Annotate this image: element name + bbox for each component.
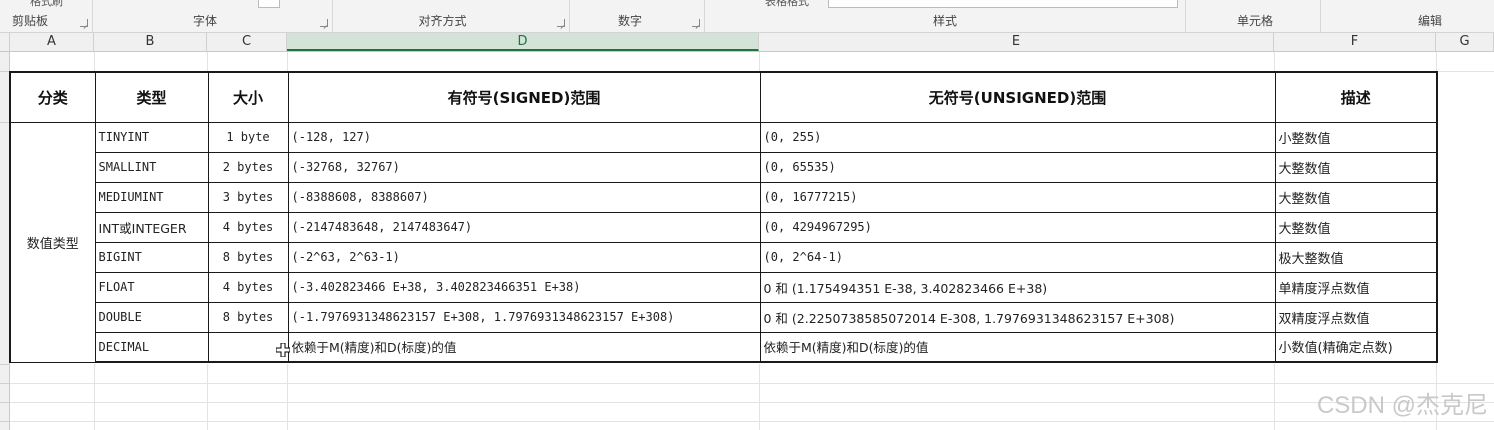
header-type[interactable]: 类型 — [94, 71, 209, 123]
size-cell[interactable]: 4 bytes — [207, 211, 289, 243]
size-cell[interactable]: 2 bytes — [207, 151, 289, 183]
column-header-bar: A B C D E F G — [0, 33, 1494, 52]
table-format-button[interactable]: 表格格式 — [765, 0, 809, 8]
signed-range-cell[interactable]: (-2^63, 2^63-1) — [287, 241, 761, 273]
size-cell[interactable]: 8 bytes — [207, 241, 289, 273]
size-cell[interactable]: 3 bytes — [207, 181, 289, 213]
unsigned-range-cell[interactable]: (0, 255) — [759, 121, 1276, 153]
unsigned-range-cell[interactable]: 0 和 (1.175494351 E-38, 3.402823466 E+38) — [759, 271, 1276, 303]
ribbon: 格式刷 表格格式 剪贴板 字体 对齐方式 数字 样式 单元格 编辑 — [0, 0, 1494, 33]
column-header-a[interactable]: A — [10, 33, 94, 51]
watermark: CSDN @杰克尼 — [1316, 392, 1488, 419]
description-cell[interactable]: 大整数值 — [1274, 181, 1438, 213]
table-row: DECIMAL 依赖于M(精度)和D(标度)的值 依赖于M(精度)和D(标度)的… — [10, 331, 1438, 363]
table-row: BIGINT 8 bytes (-2^63, 2^63-1) (0, 2^64-… — [10, 241, 1438, 273]
table-row: INT或INTEGER 4 bytes (-2147483648, 214748… — [10, 211, 1438, 243]
description-cell[interactable]: 小数值(精确定点数) — [1274, 331, 1438, 363]
size-cell[interactable]: 1 byte — [207, 121, 289, 153]
ribbon-group-editing: 编辑 — [1417, 14, 1442, 28]
table-header-row: 分类 类型 大小 有符号(SIGNED)范围 无符号(UNSIGNED)范围 描… — [9, 71, 1438, 123]
type-cell[interactable]: SMALLINT — [94, 151, 209, 183]
data-type-table: 分类 类型 大小 有符号(SIGNED)范围 无符号(UNSIGNED)范围 描… — [9, 71, 1438, 363]
column-header-g[interactable]: G — [1436, 33, 1494, 51]
alignment-launcher-icon[interactable] — [557, 19, 565, 27]
description-cell[interactable]: 极大整数值 — [1274, 241, 1438, 273]
type-cell[interactable]: INT或INTEGER — [94, 211, 209, 243]
cursor-crosshair-icon — [276, 343, 290, 357]
size-cell[interactable]: 8 bytes — [207, 301, 289, 333]
signed-range-cell[interactable]: (-32768, 32767) — [287, 151, 761, 183]
font-size-combo[interactable] — [258, 0, 280, 8]
header-size[interactable]: 大小 — [207, 71, 289, 123]
signed-range-cell[interactable]: (-8388608, 8388607) — [287, 181, 761, 213]
ribbon-group-number: 数字 — [617, 14, 642, 28]
type-cell[interactable]: DOUBLE — [94, 301, 209, 333]
style-gallery[interactable] — [828, 0, 1178, 8]
table-row: 数值类型 TINYINT 1 byte (-128, 127) (0, 255)… — [9, 121, 1438, 363]
column-header-c[interactable]: C — [207, 33, 287, 51]
description-cell[interactable]: 大整数值 — [1274, 211, 1438, 243]
font-launcher-icon[interactable] — [320, 19, 328, 27]
signed-range-cell[interactable]: 依赖于M(精度)和D(标度)的值 — [287, 331, 761, 363]
signed-range-cell[interactable]: (-1.7976931348623157 E+308, 1.7976931348… — [287, 301, 761, 333]
unsigned-range-cell[interactable]: (0, 65535) — [759, 151, 1276, 183]
description-cell[interactable]: 大整数值 — [1274, 151, 1438, 183]
table-row: SMALLINT 2 bytes (-32768, 32767) (0, 655… — [10, 151, 1438, 183]
type-cell[interactable]: DECIMAL — [94, 331, 209, 363]
type-cell[interactable]: BIGINT — [94, 241, 209, 273]
signed-range-cell[interactable]: (-128, 127) — [287, 121, 761, 153]
select-all-corner[interactable] — [0, 33, 10, 51]
description-cell[interactable]: 单精度浮点数值 — [1274, 271, 1438, 303]
size-cell[interactable]: 4 bytes — [207, 271, 289, 303]
table-row: DOUBLE 8 bytes (-1.7976931348623157 E+30… — [10, 301, 1438, 333]
ribbon-group-cells: 单元格 — [1236, 14, 1273, 28]
column-header-b[interactable]: B — [94, 33, 207, 51]
signed-range-cell[interactable]: (-3.402823466 E+38, 3.402823466351 E+38) — [287, 271, 761, 303]
unsigned-range-cell[interactable]: 0 和 (2.2250738585072014 E-308, 1.7976931… — [759, 301, 1276, 333]
column-header-e[interactable]: E — [759, 33, 1274, 51]
header-signed-range[interactable]: 有符号(SIGNED)范围 — [287, 71, 761, 123]
table-row: FLOAT 4 bytes (-3.402823466 E+38, 3.4028… — [10, 271, 1438, 303]
type-cell[interactable]: MEDIUMINT — [94, 181, 209, 213]
ribbon-group-styles: 样式 — [932, 14, 957, 28]
ribbon-group-clipboard: 剪贴板 — [11, 14, 48, 28]
column-header-d[interactable]: D — [287, 33, 759, 51]
ribbon-group-font: 字体 — [192, 14, 217, 28]
signed-range-cell[interactable]: (-2147483648, 2147483647) — [287, 211, 761, 243]
description-cell[interactable]: 小整数值 — [1274, 121, 1438, 153]
unsigned-range-cell[interactable]: (0, 2^64-1) — [759, 241, 1276, 273]
description-cell[interactable]: 双精度浮点数值 — [1274, 301, 1438, 333]
unsigned-range-cell[interactable]: (0, 16777215) — [759, 181, 1276, 213]
format-painter-button[interactable]: 格式刷 — [30, 0, 63, 8]
number-launcher-icon[interactable] — [692, 19, 700, 27]
type-cell[interactable]: TINYINT — [94, 121, 209, 153]
header-unsigned-range[interactable]: 无符号(UNSIGNED)范围 — [759, 71, 1276, 123]
header-description[interactable]: 描述 — [1274, 71, 1438, 123]
unsigned-range-cell[interactable]: (0, 4294967295) — [759, 211, 1276, 243]
column-header-f[interactable]: F — [1274, 33, 1436, 51]
clipboard-launcher-icon[interactable] — [80, 19, 88, 27]
ribbon-group-alignment: 对齐方式 — [418, 14, 467, 28]
category-cell[interactable]: 数值类型 — [9, 121, 96, 363]
type-cell[interactable]: FLOAT — [94, 271, 209, 303]
unsigned-range-cell[interactable]: 依赖于M(精度)和D(标度)的值 — [759, 331, 1276, 363]
header-category[interactable]: 分类 — [9, 71, 96, 123]
table-row: MEDIUMINT 3 bytes (-8388608, 8388607) (0… — [10, 181, 1438, 213]
